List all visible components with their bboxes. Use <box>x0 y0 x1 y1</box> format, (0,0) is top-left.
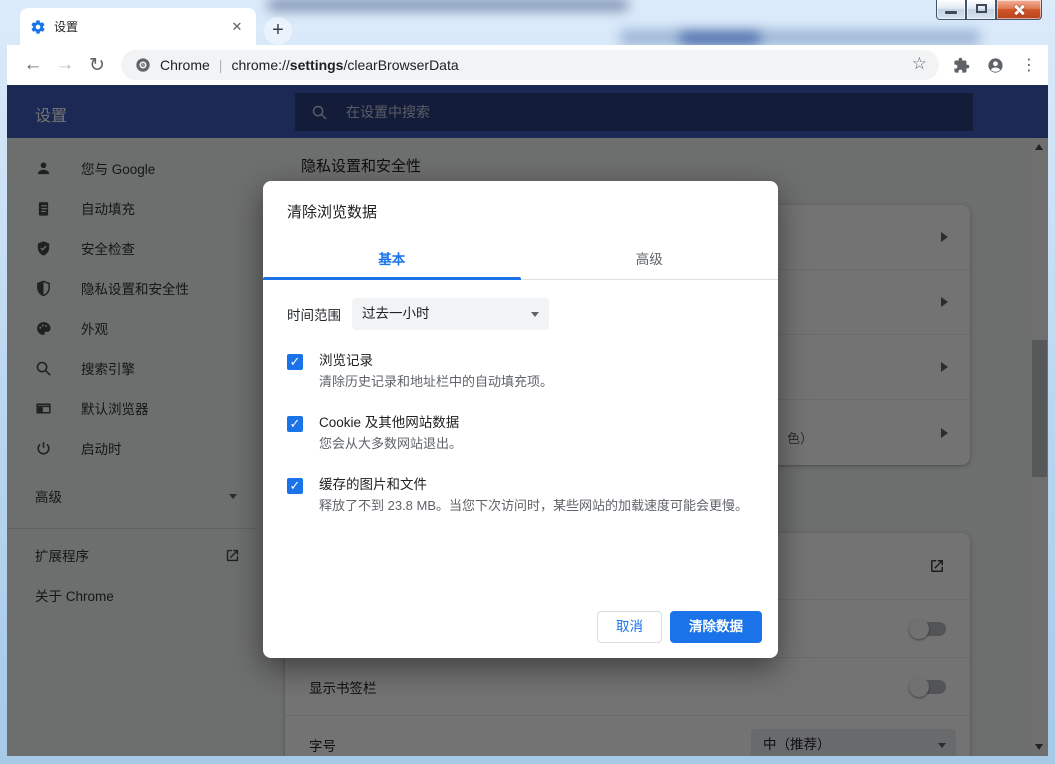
url-separator: | <box>219 57 223 73</box>
time-range-label: 时间范围 <box>287 304 343 324</box>
minimize-icon <box>945 11 957 14</box>
tab-title: 设置 <box>54 18 228 35</box>
clear-data-button[interactable]: 清除数据 <box>670 611 762 643</box>
checkbox-checked[interactable]: ✓ <box>287 354 303 370</box>
maximize-icon <box>976 4 987 13</box>
tab-close-button[interactable]: ✕ <box>228 18 246 36</box>
maximize-button[interactable] <box>966 0 996 20</box>
bookmark-star-icon[interactable]: ☆ <box>912 54 927 74</box>
clear-browsing-data-dialog: 清除浏览数据 基本 高级 时间范围 过去一小时 ✓ 浏览记录 清除历史记录和地址… <box>263 181 778 658</box>
profile-avatar-icon[interactable] <box>987 57 1004 74</box>
cookies-row: ✓ Cookie 及其他网站数据 您会从大多数网站退出。 <box>287 413 754 454</box>
forward-icon[interactable]: → <box>49 54 81 76</box>
tab-basic[interactable]: 基本 <box>263 239 521 279</box>
browser-window: 设置 ✕ + ← → ↻ Chrome | chrome://settings/… <box>0 0 1055 764</box>
url-host: settings <box>290 57 344 73</box>
back-icon[interactable]: ← <box>17 54 49 76</box>
time-range-row: 时间范围 过去一小时 <box>287 298 754 330</box>
checkbox-label: 缓存的图片和文件 <box>319 475 748 494</box>
checkbox-checked[interactable]: ✓ <box>287 416 303 432</box>
new-tab-button[interactable]: + <box>264 17 292 45</box>
chevron-down-icon <box>531 312 539 317</box>
extensions-puzzle-icon[interactable] <box>953 57 970 74</box>
dialog-actions: 取消 清除数据 <box>597 611 762 643</box>
cached-files-row: ✓ 缓存的图片和文件 释放了不到 23.8 MB。当您下次访问时，某些网站的加载… <box>287 475 754 516</box>
browser-tab-settings[interactable]: 设置 ✕ <box>20 8 256 45</box>
gear-icon <box>30 19 46 35</box>
dialog-tabs: 基本 高级 <box>263 239 778 280</box>
close-icon <box>1013 4 1025 16</box>
aero-glass-reflection <box>680 32 760 45</box>
window-controls <box>936 0 1042 20</box>
toolbar-right-icons: ⋮ <box>953 55 1037 75</box>
aero-glass-reflection <box>268 0 628 10</box>
checkbox-description: 清除历史记录和地址栏中的自动填充项。 <box>319 372 553 392</box>
aero-glass-reflection <box>620 30 980 45</box>
time-range-select[interactable]: 过去一小时 <box>352 298 549 330</box>
reload-icon[interactable]: ↻ <box>81 54 113 77</box>
tab-advanced[interactable]: 高级 <box>521 239 779 279</box>
cancel-button[interactable]: 取消 <box>597 611 662 643</box>
window-close-button[interactable] <box>996 0 1042 20</box>
checkbox-checked[interactable]: ✓ <box>287 478 303 494</box>
url-path: /clearBrowserData <box>343 57 458 73</box>
site-label: Chrome <box>160 57 210 73</box>
address-bar[interactable]: Chrome | chrome://settings/clearBrowserD… <box>121 50 939 80</box>
browser-toolbar: ← → ↻ Chrome | chrome://settings/clearBr… <box>7 45 1048 85</box>
dialog-body: 时间范围 过去一小时 ✓ 浏览记录 清除历史记录和地址栏中的自动填充项。 ✓ C… <box>263 298 778 516</box>
checkbox-description: 您会从大多数网站退出。 <box>319 434 462 454</box>
time-range-value: 过去一小时 <box>362 306 430 321</box>
minimize-button[interactable] <box>936 0 966 20</box>
browsing-history-row: ✓ 浏览记录 清除历史记录和地址栏中的自动填充项。 <box>287 351 754 392</box>
checkbox-description: 释放了不到 23.8 MB。当您下次访问时，某些网站的加载速度可能会更慢。 <box>319 496 748 516</box>
dialog-title: 清除浏览数据 <box>263 181 778 222</box>
url-scheme: chrome:// <box>231 57 289 73</box>
url-text: chrome://settings/clearBrowserData <box>231 57 458 73</box>
checkbox-label: Cookie 及其他网站数据 <box>319 413 462 432</box>
checkbox-label: 浏览记录 <box>319 351 553 370</box>
chrome-logo-icon <box>135 57 151 73</box>
browser-menu-icon[interactable]: ⋮ <box>1021 55 1037 75</box>
